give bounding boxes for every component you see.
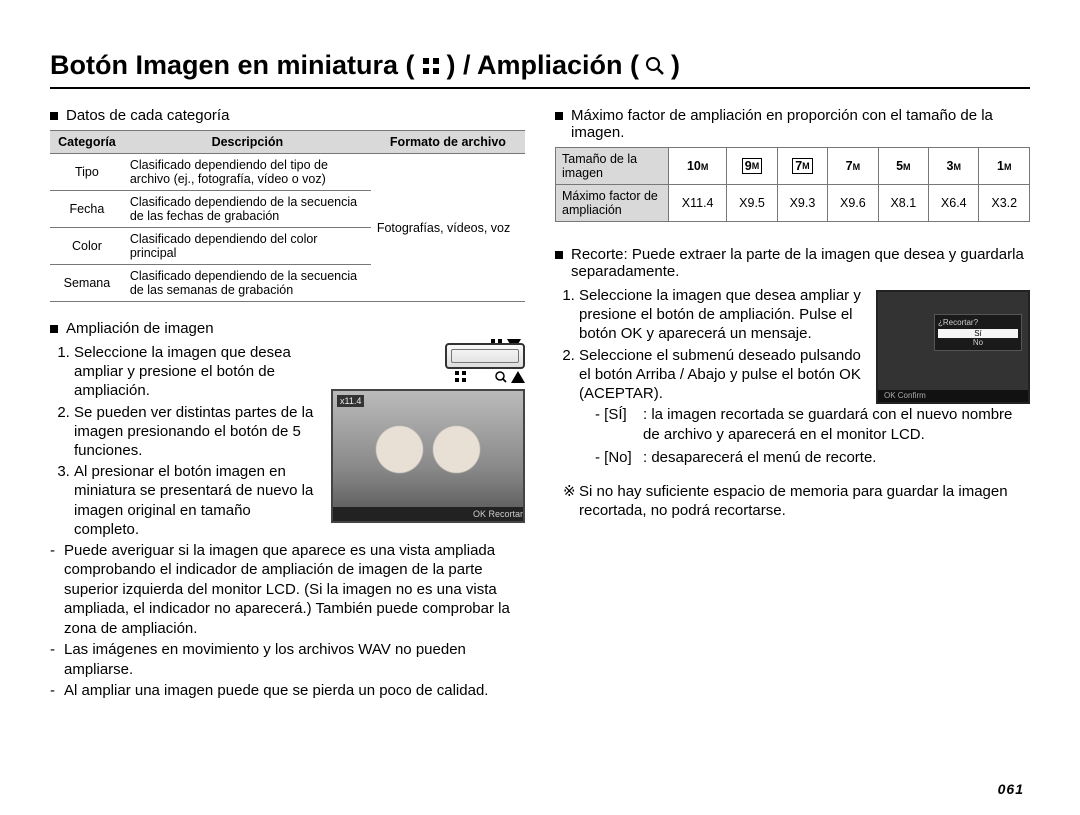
- cell-cat: Fecha: [50, 191, 124, 228]
- factor-cell: X11.4: [669, 185, 727, 222]
- heading-trim: Recorte: Puede extraer la parte de la im…: [555, 246, 1030, 280]
- note-text: Si no hay suficiente espacio de memoria …: [579, 482, 1030, 521]
- cell-format: Fotografías, vídeos, voz: [371, 154, 525, 302]
- trim-dlg-yes: Sí: [938, 329, 1018, 338]
- zoom-level-label: x11.4: [337, 395, 364, 407]
- factor-cell: X9.5: [727, 185, 777, 222]
- size-cell: 5M: [878, 148, 928, 185]
- sub-item: Al ampliar una imagen puede que se pierd…: [50, 681, 525, 701]
- trim-dialog: ¿Recortar? Sí No: [934, 314, 1022, 351]
- magnify-icon: [645, 56, 665, 76]
- zoom-table: Tamaño de la imagen 10M 9M 7M 7M 5M 3M 1…: [555, 147, 1030, 222]
- th-category: Categoría: [50, 131, 124, 154]
- enlarge-section: x11.4 OK Recortar Seleccione la imagen q…: [50, 343, 525, 703]
- no-line: - [No] : desaparecerá el menú de recorte…: [555, 448, 1030, 468]
- trim-section: ¿Recortar? Sí No OK Confirm Seleccione l…: [555, 286, 1030, 405]
- trim-bar: OK Confirm: [878, 390, 1028, 402]
- trim-screenshot: ¿Recortar? Sí No OK Confirm: [876, 290, 1030, 404]
- sub-item: Puede averiguar si la imagen que aparece…: [50, 541, 525, 639]
- photo-bottom-bar: OK Recortar: [333, 507, 523, 521]
- page-title: Botón Imagen en miniatura ( ) / Ampliaci…: [50, 50, 1030, 89]
- page-number: 061: [998, 781, 1024, 797]
- title-part1: Botón Imagen en miniatura (: [50, 50, 415, 81]
- cell-desc: Clasificado dependiendo de la secuencia …: [124, 265, 371, 302]
- note-mark: ※: [563, 482, 579, 521]
- cell-desc: Clasificado dependiendo del tipo de arch…: [124, 154, 371, 191]
- zoom-rowh-size: Tamaño de la imagen: [556, 148, 669, 185]
- cell-desc: Clasificado dependiendo del color princi…: [124, 228, 371, 265]
- factor-cell: X9.6: [828, 185, 878, 222]
- th-format: Formato de archivo: [371, 131, 525, 154]
- right-column: Máximo factor de ampliación en proporció…: [555, 101, 1030, 703]
- size-cell: 3M: [929, 148, 979, 185]
- factor-cell: X3.2: [979, 185, 1030, 222]
- up-arrow-icon: [511, 371, 525, 383]
- sub-item: Las imágenes en movimiento y los archivo…: [50, 640, 525, 679]
- size-cell: 10M: [669, 148, 727, 185]
- table-row: Máximo factor de ampliación X11.4 X9.5 X…: [556, 185, 1030, 222]
- heading-enlarge: Ampliación de imagen: [50, 320, 525, 337]
- factor-cell: X9.3: [777, 185, 827, 222]
- sample-photo: x11.4 OK Recortar: [331, 389, 525, 523]
- size-cell: 9M: [727, 148, 777, 185]
- magnify-icon: [495, 371, 507, 383]
- zoom-lever-icon: [445, 343, 525, 369]
- th-description: Descripción: [124, 131, 371, 154]
- category-table: Categoría Descripción Formato de archivo…: [50, 130, 525, 302]
- table-row: Tipo Clasificado dependiendo del tipo de…: [50, 154, 525, 191]
- factor-cell: X8.1: [878, 185, 928, 222]
- title-part3: ): [671, 50, 680, 81]
- factor-cell: X6.4: [929, 185, 979, 222]
- si-text: : la imagen recortada se guardará con el…: [643, 405, 1030, 444]
- table-row: Tamaño de la imagen 10M 9M 7M 7M 5M 3M 1…: [556, 148, 1030, 185]
- size-cell: 7M: [828, 148, 878, 185]
- trim-dlg-title: ¿Recortar?: [938, 318, 1018, 327]
- si-label: - [SÍ]: [595, 405, 643, 444]
- si-line: - [SÍ] : la imagen recortada se guardará…: [555, 405, 1030, 444]
- note-line: ※ Si no hay suficiente espacio de memori…: [555, 482, 1030, 521]
- zoom-rowh-factor: Máximo factor de ampliación: [556, 185, 669, 222]
- cell-desc: Clasificado dependiendo de la secuencia …: [124, 191, 371, 228]
- enlarge-illustration: x11.4 OK Recortar: [325, 343, 525, 523]
- cell-cat: Tipo: [50, 154, 124, 191]
- heading-maxzoom: Máximo factor de ampliación en proporció…: [555, 107, 1030, 141]
- cell-cat: Color: [50, 228, 124, 265]
- trim-dlg-no: No: [938, 338, 1018, 347]
- thumbnail-icon: [421, 56, 441, 76]
- thumbnail-icon: [455, 371, 467, 383]
- left-column: Datos de cada categoría Categoría Descri…: [50, 101, 525, 703]
- size-cell: 1M: [979, 148, 1030, 185]
- cell-cat: Semana: [50, 265, 124, 302]
- title-part2: ) / Ampliación (: [447, 50, 640, 81]
- size-cell: 7M: [777, 148, 827, 185]
- no-label: - [No]: [595, 448, 643, 468]
- heading-categories: Datos de cada categoría: [50, 107, 525, 124]
- no-text: : desaparecerá el menú de recorte.: [643, 448, 876, 468]
